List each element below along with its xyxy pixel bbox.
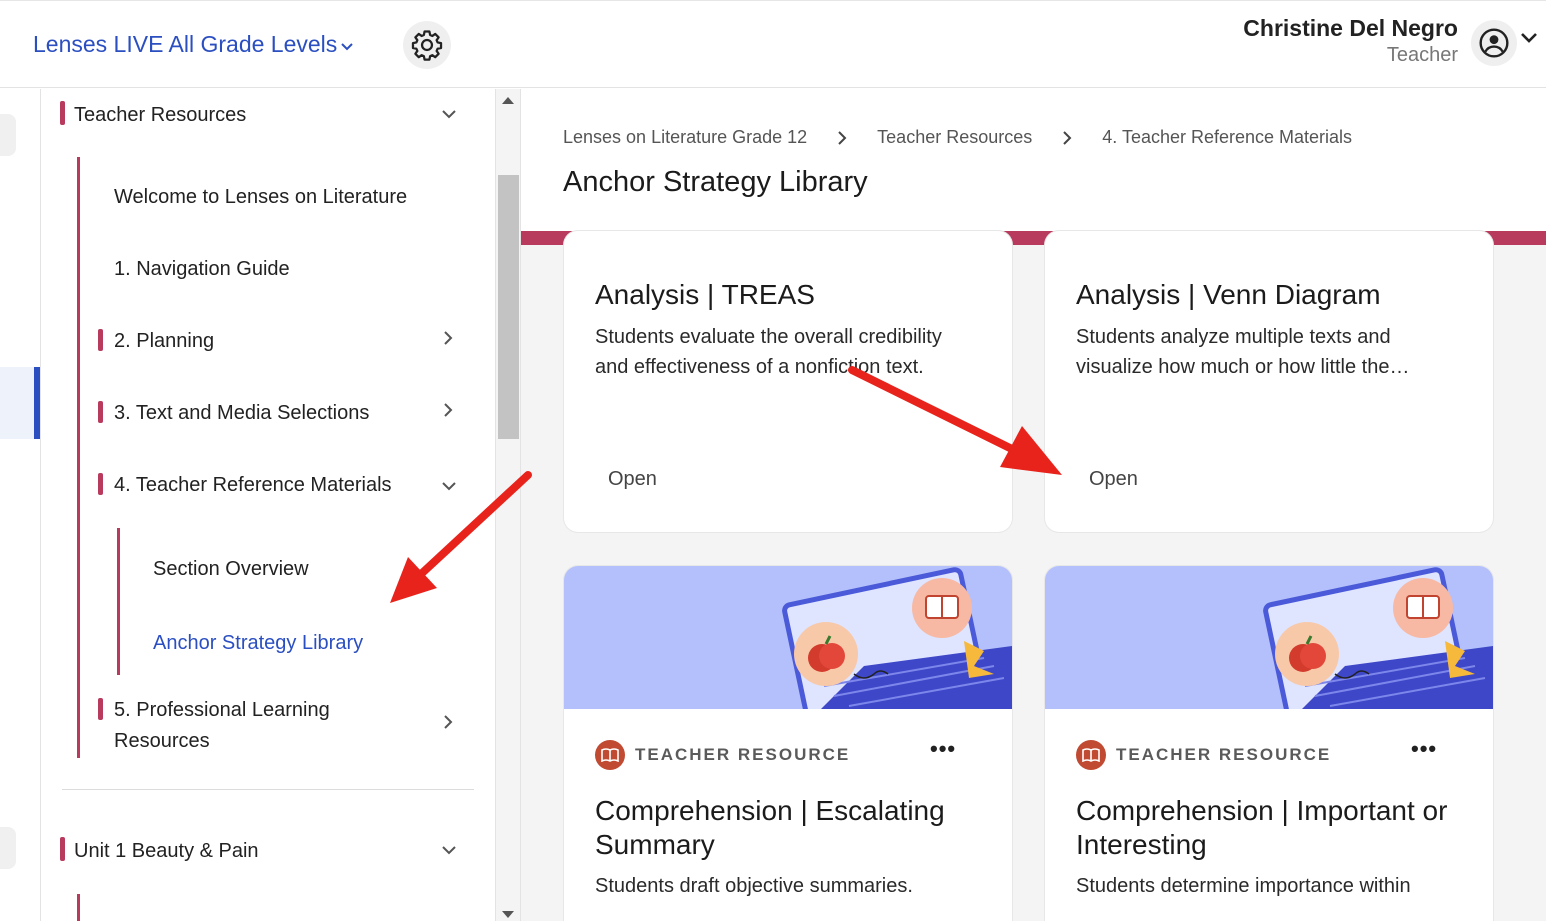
open-button[interactable]: Open [608,468,657,491]
resource-type-label: TEACHER RESOURCE [635,745,851,764]
chevron-down-icon[interactable] [441,106,457,124]
sidebar-item-text-media[interactable]: 3. Text and Media Selections [114,402,369,425]
sidebar-scrollbar[interactable] [495,89,521,921]
chevron-down-icon[interactable] [441,842,457,860]
scrollbar-thumb[interactable] [498,175,519,439]
user-name: Christine Del Negro [1243,15,1458,41]
card-description-line2: and effectiveness of a nonfiction text. [595,356,924,378]
card-title: Analysis | TREAS [595,279,815,310]
chevron-right-icon[interactable] [443,330,453,351]
strategy-card[interactable]: Analysis | TREAS Students evaluate the o… [564,231,1012,532]
sidebar-item-section-overview[interactable]: Section Overview [153,558,309,581]
breadcrumb: Lenses on Literature Grade 12 Teacher Re… [563,127,1352,148]
book-icon [1076,740,1106,770]
rail-item-active[interactable] [0,367,40,439]
card-banner-illustration [564,566,1012,730]
page-header: Lenses on Literature Grade 12 Teacher Re… [521,89,1546,231]
section-marker [60,101,65,125]
sidebar-divider [62,789,474,790]
card-title-line2: Summary [595,829,715,860]
chevron-right-icon [1062,130,1072,146]
main-content: Lenses on Literature Grade 12 Teacher Re… [521,89,1546,921]
user-info: Christine Del Negro Teacher [1243,15,1458,67]
card-description: Students analyze multiple texts and [1076,326,1391,348]
tree-line [77,894,80,921]
more-options-button[interactable]: ••• [930,736,956,762]
open-button[interactable]: Open [1089,468,1138,491]
user-menu-chevron-icon[interactable] [1520,31,1538,49]
sidebar-item-professional-learning-line2[interactable]: Resources [114,730,210,753]
breadcrumb-item[interactable]: Teacher Resources [877,127,1032,148]
section-marker [98,401,103,423]
breadcrumb-item[interactable]: Lenses on Literature Grade 12 [563,127,807,148]
card-title: Comprehension | Escalating [595,795,945,826]
page-title: Anchor Strategy Library [563,166,868,198]
scroll-down-arrow-icon[interactable] [502,911,514,918]
more-options-button[interactable]: ••• [1411,736,1437,762]
book-icon [595,740,625,770]
user-role: Teacher [1386,44,1458,66]
top-header: Lenses LIVE All Grade Levels Christine D… [0,0,1546,88]
sidebar-item-professional-learning[interactable]: 5. Professional Learning [114,699,330,722]
active-indicator [34,367,40,439]
sidebar-item-unit1[interactable]: Unit 1 Beauty & Pain [74,840,259,863]
card-title-line2: Interesting [1076,829,1207,860]
card-banner-illustration [1045,566,1493,730]
strategy-card[interactable]: TEACHER RESOURCE ••• Comprehension | Imp… [1045,566,1493,921]
section-marker [98,329,103,351]
tree-line [117,528,120,675]
user-circle-icon [1479,28,1509,58]
section-marker [60,837,65,861]
resource-type-tag: TEACHER RESOURCE [1076,740,1331,770]
sidebar-item-anchor-strategy[interactable]: Anchor Strategy Library [153,632,363,655]
card-description: Students draft objective summaries. [595,875,913,897]
sidebar-item-welcome[interactable]: Welcome to Lenses on Literature [114,186,407,209]
avatar[interactable] [1471,20,1517,66]
card-title: Comprehension | Important or [1076,795,1448,826]
tree-line [77,157,80,758]
section-marker [98,473,103,495]
resource-type-label: TEACHER RESOURCE [1116,745,1332,764]
card-description-line2: visualize how much or how little the… [1076,356,1410,378]
chevron-right-icon [837,130,847,146]
chevron-down-icon[interactable] [441,478,457,496]
section-marker [98,698,103,720]
program-selector[interactable]: Lenses LIVE All Grade Levels [33,31,354,58]
card-description: Students evaluate the overall credibilit… [595,326,942,348]
resource-type-tag: TEACHER RESOURCE [595,740,850,770]
strategy-card[interactable]: TEACHER RESOURCE ••• Comprehension | Esc… [564,566,1012,921]
breadcrumb-item[interactable]: 4. Teacher Reference Materials [1102,127,1352,148]
chevron-right-icon[interactable] [443,714,453,735]
sidebar-item-navigation-guide[interactable]: 1. Navigation Guide [114,258,290,281]
strategy-card[interactable]: Analysis | Venn Diagram Students analyze… [1045,231,1493,532]
sidebar-item-planning[interactable]: 2. Planning [114,330,214,353]
sidebar-item-teacher-resources[interactable]: Teacher Resources [74,104,246,127]
chevron-right-icon[interactable] [443,402,453,423]
left-rail [0,89,41,921]
sidebar-item-teacher-reference[interactable]: 4. Teacher Reference Materials [114,474,392,497]
rail-item[interactable] [0,827,16,869]
scroll-up-arrow-icon[interactable] [502,97,514,104]
sidebar-nav: Teacher Resources Welcome to Lenses on L… [41,89,495,921]
settings-button[interactable] [403,21,451,69]
card-description: Students determine importance within [1076,875,1411,897]
card-title: Analysis | Venn Diagram [1076,279,1381,310]
gear-icon [411,30,443,61]
rail-item[interactable] [0,114,16,156]
chevron-down-icon [341,38,354,54]
program-label: Lenses LIVE All Grade Levels [33,31,338,57]
